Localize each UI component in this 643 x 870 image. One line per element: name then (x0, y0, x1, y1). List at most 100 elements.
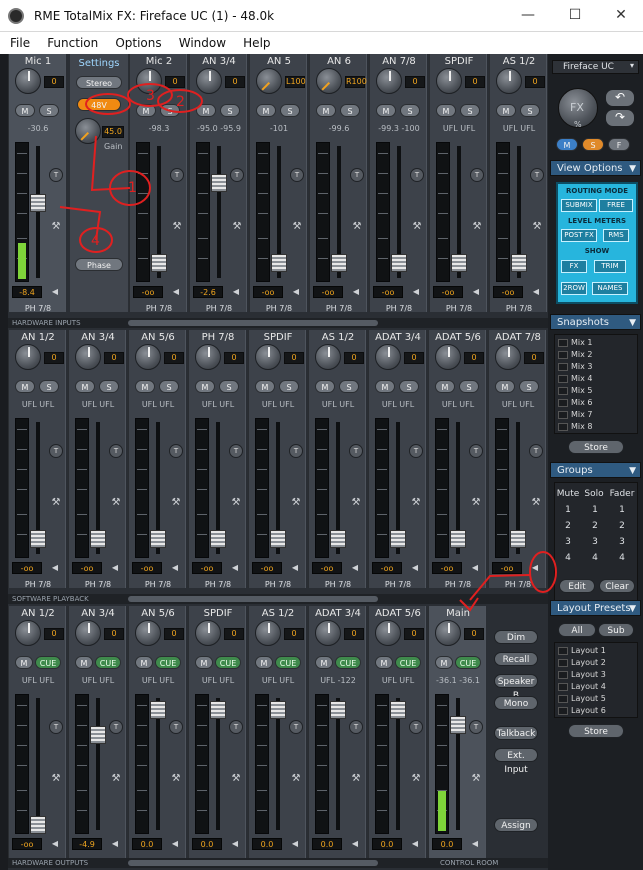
solo-button[interactable]: S (39, 380, 59, 393)
fader-knob[interactable] (211, 174, 227, 192)
trim-button[interactable]: TRIM (594, 260, 626, 273)
wrench-icon[interactable]: ⚒ (469, 772, 483, 786)
submix-button[interactable]: SUBMIX (561, 199, 597, 212)
snapshot-store-button[interactable]: Store (568, 440, 624, 454)
fader-knob[interactable] (391, 254, 407, 272)
wrench-icon[interactable]: ⚒ (109, 496, 123, 510)
ext-input-button[interactable]: Ext. Input (494, 748, 538, 775)
trim-button[interactable]: T (469, 444, 483, 458)
solo-button[interactable]: S (400, 104, 420, 117)
wrench-icon[interactable]: ⚒ (410, 220, 424, 234)
arrow-icon[interactable]: ◀ (407, 562, 423, 574)
close-button[interactable]: ✕ (599, 4, 643, 28)
fader-knob[interactable] (210, 530, 226, 548)
mute-button[interactable]: M (315, 380, 335, 393)
solo-button[interactable]: S (220, 104, 240, 117)
gain-knob[interactable] (135, 344, 161, 370)
fader-knob[interactable] (450, 530, 466, 548)
trim-button[interactable]: T (109, 720, 123, 734)
mix-item[interactable]: Mix 2 (558, 350, 593, 359)
menu-options[interactable]: Options (115, 33, 161, 50)
channel-name[interactable]: AN 3/4 (69, 608, 127, 619)
mix-item[interactable]: Mix 3 (558, 362, 593, 371)
assign-button[interactable]: Assign (494, 818, 538, 832)
solo-button[interactable]: S (280, 104, 300, 117)
group-cell[interactable]: 3 (559, 537, 577, 547)
mute-button[interactable]: M (196, 104, 216, 117)
wrench-icon[interactable]: ⚒ (409, 772, 423, 786)
arrow-icon[interactable]: ◀ (47, 838, 63, 850)
fader-knob[interactable] (450, 716, 466, 734)
trim-button[interactable]: T (530, 168, 544, 182)
group-cell[interactable]: 3 (613, 537, 631, 547)
gain-knob[interactable] (15, 620, 41, 646)
wrench-icon[interactable]: ⚒ (49, 772, 63, 786)
trim-button[interactable]: T (350, 168, 364, 182)
gain-knob[interactable] (315, 620, 341, 646)
scrollbar[interactable] (128, 860, 378, 866)
arrow-icon[interactable]: ◀ (527, 562, 543, 574)
mute-button[interactable]: M (316, 104, 336, 117)
cue-button[interactable]: CUE (155, 656, 181, 669)
fader-knob[interactable] (30, 530, 46, 548)
channel-name[interactable]: ADAT 5/6 (429, 332, 487, 343)
groups-header[interactable]: Groups ▼ (550, 462, 641, 478)
mix-item[interactable]: Mix 1 (558, 338, 593, 347)
gain-knob[interactable] (196, 68, 222, 94)
channel-name[interactable]: AN 7/8 (370, 56, 428, 67)
arrow-icon[interactable]: ◀ (408, 286, 424, 298)
mute-button[interactable]: M (195, 656, 213, 669)
channel-name[interactable]: AN 3/4 (69, 332, 127, 343)
wrench-icon[interactable]: ⚒ (469, 496, 483, 510)
menu-window[interactable]: Window (179, 33, 226, 50)
wrench-icon[interactable]: ⚒ (230, 220, 244, 234)
fader-knob[interactable] (30, 194, 46, 212)
gain-knob[interactable] (195, 344, 221, 370)
gain-knob[interactable] (315, 344, 341, 370)
device-select[interactable]: Fireface UC ▾ (552, 60, 639, 74)
channel-name[interactable]: AN 5 (250, 56, 308, 67)
wrench-icon[interactable]: ⚒ (229, 496, 243, 510)
group-cell[interactable]: 1 (559, 505, 577, 515)
scrollbar[interactable] (128, 596, 378, 602)
trim-button[interactable]: T (109, 444, 123, 458)
solo-button[interactable]: S (39, 104, 59, 117)
arrow-icon[interactable]: ◀ (287, 562, 303, 574)
trim-button[interactable]: T (349, 444, 363, 458)
group-cell[interactable]: 2 (586, 521, 604, 531)
fader-knob[interactable] (511, 254, 527, 272)
fader-knob[interactable] (150, 701, 166, 719)
trim-button[interactable]: T (230, 168, 244, 182)
solo-button[interactable]: S (160, 104, 180, 117)
trim-button[interactable]: T (169, 720, 183, 734)
gain-knob[interactable] (256, 68, 282, 94)
mute-button[interactable]: M (376, 104, 396, 117)
wrench-icon[interactable]: ⚒ (169, 772, 183, 786)
menu-function[interactable]: Function (47, 33, 98, 50)
wrench-icon[interactable]: ⚒ (289, 772, 303, 786)
solo-button[interactable]: S (219, 380, 239, 393)
mono-button[interactable]: Mono (494, 696, 538, 710)
s-button[interactable]: S (582, 138, 604, 151)
arrow-icon[interactable]: ◀ (107, 562, 123, 574)
arrow-icon[interactable]: ◀ (288, 286, 304, 298)
wrench-icon[interactable]: ⚒ (170, 220, 184, 234)
trim-button[interactable]: T (410, 168, 424, 182)
gain-knob[interactable] (75, 620, 101, 646)
channel-name[interactable]: AN 5/6 (129, 608, 187, 619)
gain-knob[interactable] (435, 620, 461, 646)
mute-button[interactable]: M (256, 104, 276, 117)
arrow-icon[interactable]: ◀ (47, 562, 63, 574)
fader-knob[interactable] (210, 701, 226, 719)
arrow-icon[interactable]: ◀ (107, 838, 123, 850)
mute-button[interactable]: M (195, 380, 215, 393)
layout-item[interactable]: Layout 1 (558, 646, 606, 655)
solo-button[interactable]: S (460, 104, 480, 117)
channel-name[interactable]: Mic 1 (9, 56, 67, 67)
trim-button[interactable]: T (169, 444, 183, 458)
channel-name[interactable]: AN 5/6 (129, 332, 187, 343)
scrollbar[interactable] (128, 320, 378, 326)
layout-item[interactable]: Layout 6 (558, 706, 606, 715)
channel-name[interactable]: PH 7/8 (189, 332, 247, 343)
wrench-icon[interactable]: ⚒ (349, 496, 363, 510)
